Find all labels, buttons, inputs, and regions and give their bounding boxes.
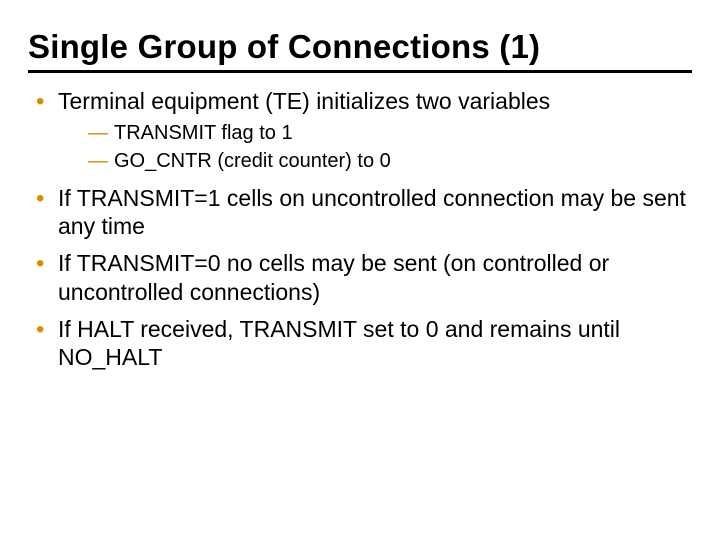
sub-list: TRANSMIT flag to 1 GO_CNTR (credit count…: [58, 120, 692, 174]
bullet-item: If HALT received, TRANSMIT set to 0 and …: [28, 315, 692, 373]
bullet-item: If TRANSMIT=1 cells on uncontrolled conn…: [28, 184, 692, 242]
bullet-text: If TRANSMIT=1 cells on uncontrolled conn…: [58, 185, 686, 240]
sub-item: TRANSMIT flag to 1: [58, 120, 692, 146]
sub-item: GO_CNTR (credit counter) to 0: [58, 148, 692, 174]
bullet-item: If TRANSMIT=0 no cells may be sent (on c…: [28, 249, 692, 307]
slide-title: Single Group of Connections (1): [28, 28, 692, 66]
sub-text: GO_CNTR (credit counter) to 0: [114, 150, 391, 172]
bullet-item: Terminal equipment (TE) initializes two …: [28, 87, 692, 174]
bullet-list: If TRANSMIT=1 cells on uncontrolled conn…: [28, 184, 692, 373]
bullet-text: Terminal equipment (TE) initializes two …: [58, 88, 550, 114]
bullet-list: Terminal equipment (TE) initializes two …: [28, 87, 692, 174]
title-underline: [28, 70, 692, 73]
bullet-text: If TRANSMIT=0 no cells may be sent (on c…: [58, 250, 609, 305]
slide: Single Group of Connections (1) Terminal…: [0, 0, 720, 540]
sub-text: TRANSMIT flag to 1: [114, 122, 293, 144]
bullet-text: If HALT received, TRANSMIT set to 0 and …: [58, 316, 620, 371]
